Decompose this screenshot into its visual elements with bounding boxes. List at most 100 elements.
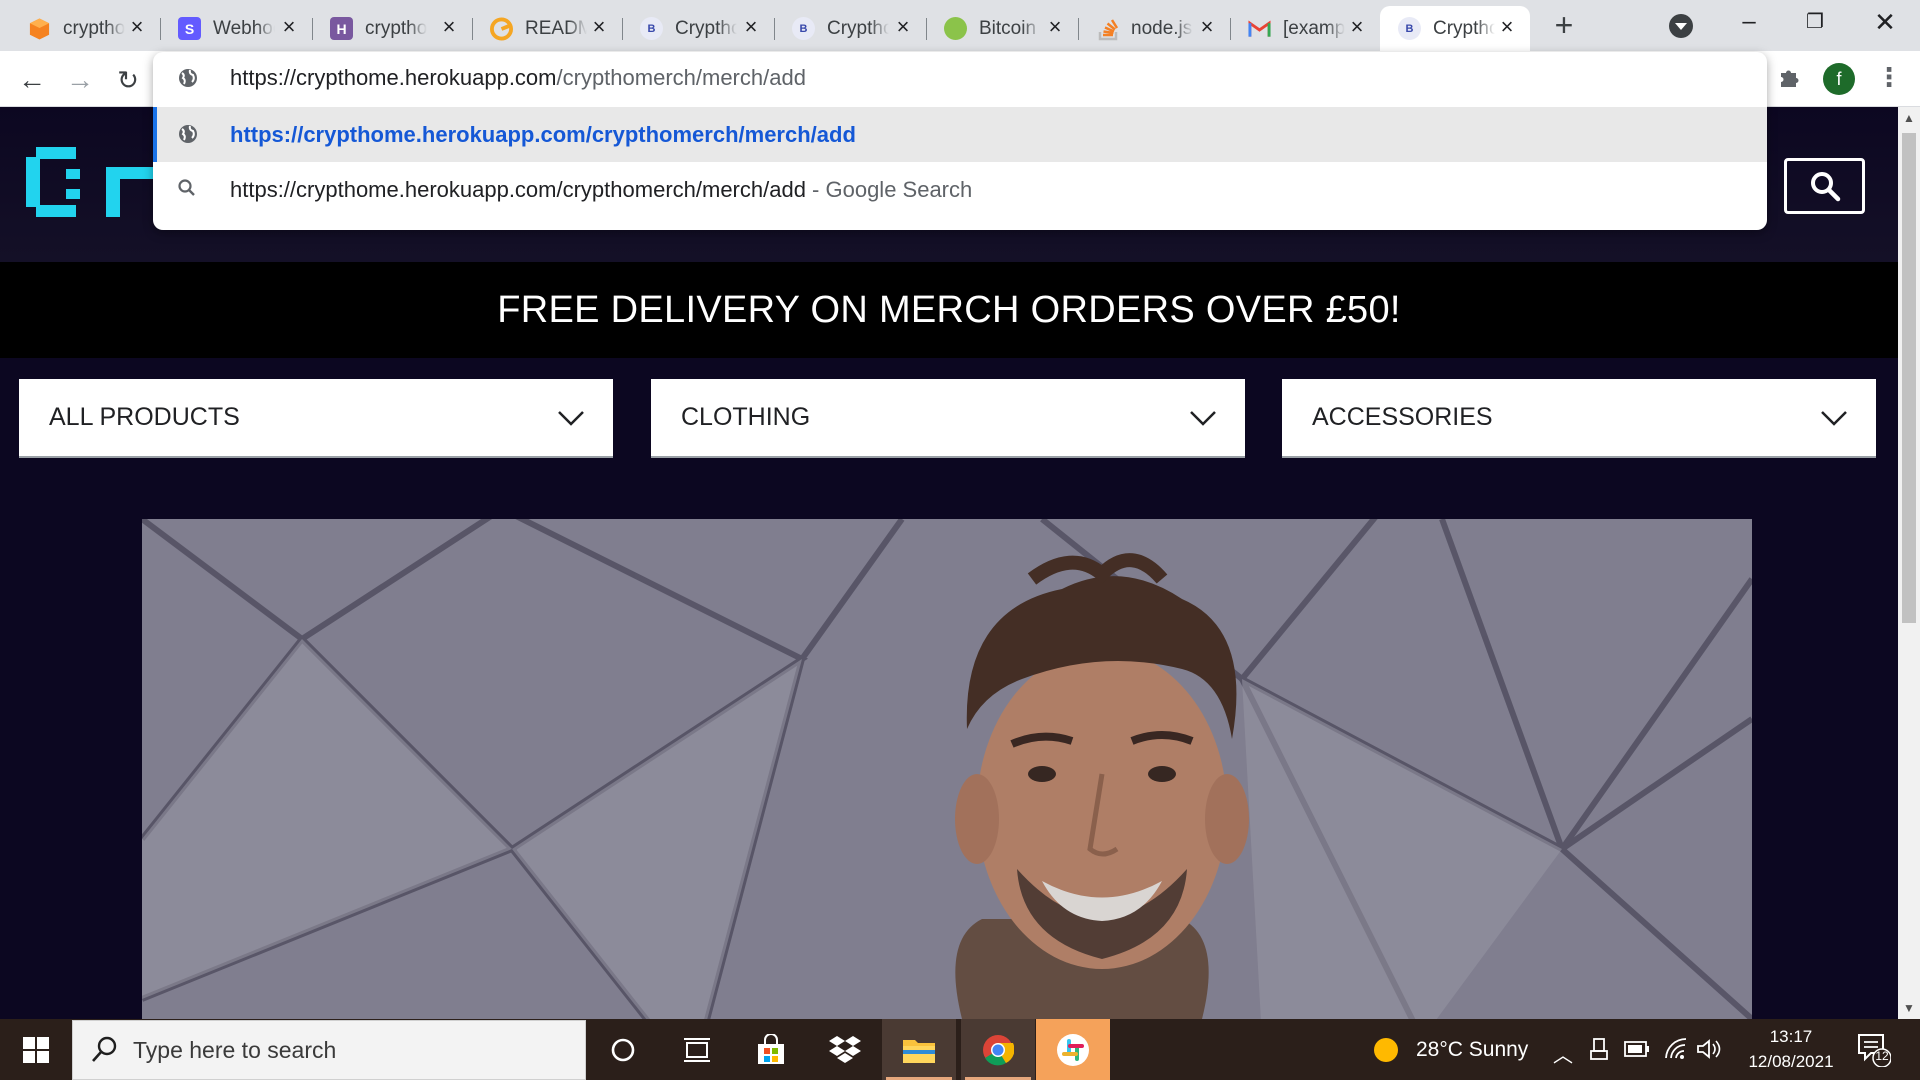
omnibox-dropdown: https://crypthome.herokuapp.com/crypthom… xyxy=(153,52,1767,230)
banner-text: FREE DELIVERY ON MERCH ORDERS OVER £50! xyxy=(497,288,1401,331)
chevron-down-icon xyxy=(1190,410,1216,426)
store-bag-icon xyxy=(758,1033,784,1064)
close-tab-icon[interactable]: × xyxy=(126,16,148,38)
tab-strip: crypthome × S Webhooks × H crypthome × R… xyxy=(0,0,1920,51)
notification-center-button[interactable]: 12 xyxy=(1855,1031,1892,1068)
task-view-icon xyxy=(684,1037,710,1062)
restore-icon[interactable]: ❐ xyxy=(1795,6,1835,38)
address-bar-text[interactable]: https://crypthome.herokuapp.com/crypthom… xyxy=(230,65,806,91)
chrome-button[interactable] xyxy=(961,1019,1035,1080)
taskbar-search-box[interactable]: Type here to search xyxy=(72,1020,586,1080)
category-all-products-dropdown[interactable]: ALL PRODUCTS xyxy=(19,379,613,458)
tab-title: Crypthome xyxy=(1433,17,1495,39)
web-page: FREE DELIVERY ON MERCH ORDERS OVER £50! … xyxy=(0,107,1898,1019)
chevron-down-icon xyxy=(1821,410,1847,426)
cortana-circle-icon xyxy=(611,1038,635,1061)
chrome-icon xyxy=(983,1034,1014,1065)
tab-crypthome-3[interactable]: B Crypthome × xyxy=(774,6,927,51)
windows-logo-icon xyxy=(23,1036,49,1063)
search-icon xyxy=(91,1035,119,1070)
close-tab-icon[interactable]: × xyxy=(438,16,460,38)
close-tab-icon[interactable]: × xyxy=(1346,16,1368,38)
volume-icon[interactable] xyxy=(1696,1038,1722,1065)
free-delivery-banner: FREE DELIVERY ON MERCH ORDERS OVER £50! xyxy=(0,262,1898,358)
category-accessories-dropdown[interactable]: ACCESSORIES xyxy=(1282,379,1876,458)
site-search-button[interactable] xyxy=(1784,158,1865,214)
close-tab-icon[interactable]: × xyxy=(278,16,300,38)
sunny-weather-icon[interactable] xyxy=(1372,1036,1400,1069)
category-label: CLOTHING xyxy=(681,403,811,431)
tab-readme[interactable]: README × xyxy=(472,6,623,51)
scroll-up-arrow-icon[interactable]: ▲ xyxy=(1902,111,1916,125)
suggestion-search-query: https://crypthome.herokuapp.com/crypthom… xyxy=(230,177,806,202)
clock-time: 13:17 xyxy=(1769,1027,1813,1046)
close-tab-icon[interactable]: × xyxy=(1044,16,1066,38)
omnibox-suggestion-search[interactable]: https://crypthome.herokuapp.com/crypthom… xyxy=(153,162,1767,217)
minimize-icon[interactable]: – xyxy=(1729,6,1769,38)
battery-icon[interactable] xyxy=(1624,1040,1650,1063)
close-window-icon[interactable]: ✕ xyxy=(1865,6,1905,38)
hero-image xyxy=(142,519,1752,1019)
category-clothing-dropdown[interactable]: CLOTHING xyxy=(651,379,1245,458)
tab-title: [example xyxy=(1283,17,1345,39)
crypthome-b-icon: B xyxy=(792,17,815,40)
tab-webhooks[interactable]: S Webhooks × xyxy=(160,6,313,51)
file-explorer-button[interactable] xyxy=(882,1019,956,1080)
microsoft-store-button[interactable] xyxy=(734,1019,808,1080)
close-tab-icon[interactable]: × xyxy=(740,16,762,38)
task-view-button[interactable] xyxy=(660,1019,734,1080)
tab-bitcoin[interactable]: Bitcoin × xyxy=(926,6,1079,51)
new-tab-button[interactable]: + xyxy=(1548,9,1580,42)
search-icon xyxy=(1810,172,1840,202)
notification-count: 12 xyxy=(1875,1049,1889,1063)
weather-text[interactable]: 28°C Sunny xyxy=(1416,1038,1528,1062)
folder-icon xyxy=(903,1039,935,1063)
profile-avatar[interactable]: f xyxy=(1823,63,1855,95)
crypthome-b-icon: B xyxy=(640,17,663,40)
scrollbar-thumb[interactable] xyxy=(1902,133,1916,623)
slack-button[interactable] xyxy=(1036,1019,1110,1080)
taskbar-clock[interactable]: 13:17 12/08/2021 xyxy=(1726,1024,1856,1074)
tab-title: README xyxy=(525,17,587,39)
tab-title: Webhooks xyxy=(213,17,275,39)
search-icon xyxy=(177,178,197,203)
tab-crypthome-2[interactable]: B Crypthome × xyxy=(622,6,775,51)
url-path: /crypthomerch/merch/add xyxy=(556,65,806,90)
windows-start-button[interactable] xyxy=(0,1019,72,1080)
crypthome-logo[interactable] xyxy=(26,147,156,222)
close-tab-icon[interactable]: × xyxy=(1196,16,1218,38)
tab-nodejs[interactable]: node.js × xyxy=(1078,6,1231,51)
category-label: ALL PRODUCTS xyxy=(49,403,240,431)
chevron-up-icon[interactable]: ︿ xyxy=(1553,1039,1573,1068)
close-tab-icon[interactable]: × xyxy=(892,16,914,38)
clock-date: 12/08/2021 xyxy=(1748,1052,1834,1071)
omnibox-suggestion-url[interactable]: https://crypthome.herokuapp.com/crypthom… xyxy=(153,107,1767,162)
address-bar[interactable]: https://crypthome.herokuapp.com/crypthom… xyxy=(153,52,1767,104)
reload-icon[interactable]: ↻ xyxy=(112,64,144,96)
usb-device-icon[interactable] xyxy=(1590,1037,1608,1066)
orange-cube-icon xyxy=(28,17,51,40)
close-tab-icon[interactable]: × xyxy=(1496,16,1518,38)
wifi-icon[interactable] xyxy=(1664,1038,1688,1065)
tab-title: Crypthome xyxy=(827,17,889,39)
tab-crypthome-heroku[interactable]: H crypthome × xyxy=(312,6,473,51)
forward-icon[interactable]: → xyxy=(64,64,96,96)
tab-search-icon[interactable] xyxy=(1669,14,1693,38)
cortana-button[interactable] xyxy=(586,1019,660,1080)
suggestion-url-text: https://crypthome.herokuapp.com/crypthom… xyxy=(230,122,856,147)
extensions-puzzle-icon[interactable] xyxy=(1777,66,1801,97)
suggestion-search-text: https://crypthome.herokuapp.com/crypthom… xyxy=(230,177,972,203)
back-icon[interactable]: ← xyxy=(16,64,48,96)
tab-title: crypthome xyxy=(63,17,125,39)
globe-icon xyxy=(177,67,199,94)
tab-crypthome-active[interactable]: B Crypthome × xyxy=(1380,6,1530,51)
readme-icon xyxy=(490,17,513,40)
scroll-down-arrow-icon[interactable]: ▼ xyxy=(1902,1001,1916,1015)
tab-crypthome-1[interactable]: crypthome × xyxy=(10,6,161,51)
more-menu-icon[interactable]: ⋮ xyxy=(1876,62,1902,93)
close-tab-icon[interactable]: × xyxy=(588,16,610,38)
tab-title: Crypthome xyxy=(675,17,737,39)
page-scrollbar[interactable]: ▲ ▼ xyxy=(1898,107,1920,1019)
dropbox-button[interactable] xyxy=(808,1019,882,1080)
tab-gmail[interactable]: [example × xyxy=(1230,6,1380,51)
